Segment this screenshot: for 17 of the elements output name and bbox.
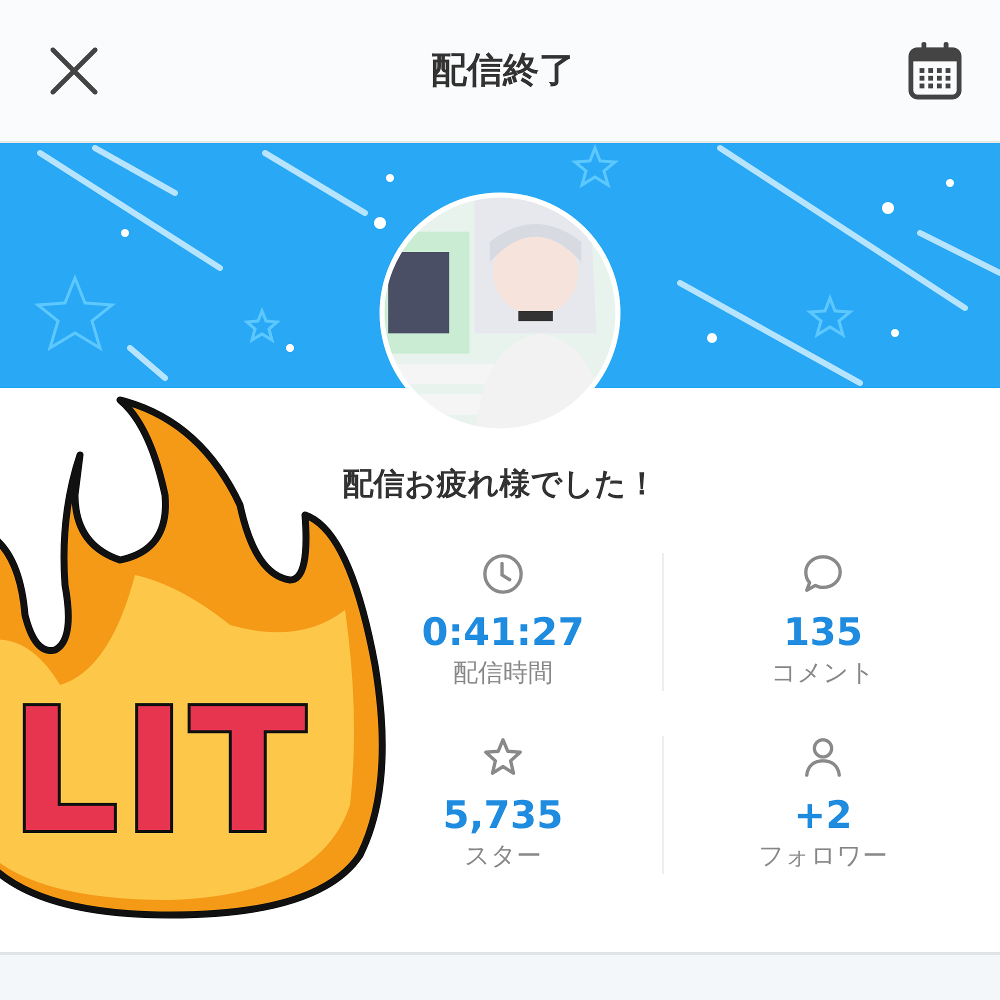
clock-icon — [482, 553, 524, 595]
stat-value: 0:41:27 — [422, 609, 584, 655]
stat-value: 135 — [783, 609, 863, 655]
stat-label: スター — [464, 840, 542, 872]
message-text: 配信お疲れ様でした！ — [342, 465, 658, 504]
speech-bubble-icon — [802, 553, 844, 595]
screen-title: 配信終了 — [431, 49, 575, 93]
stat-label: 配信時間 — [453, 657, 553, 689]
stat-label: コメント — [771, 657, 875, 689]
stat-value: 5,735 — [442, 792, 564, 838]
stat-value: +2 — [794, 792, 852, 838]
sticker-text: LIT — [10, 673, 310, 871]
person-icon — [802, 736, 844, 778]
stat-label: フォロワー — [758, 840, 888, 872]
calendar-icon[interactable] — [908, 42, 962, 100]
close-icon[interactable] — [50, 46, 98, 94]
star-icon — [482, 736, 524, 778]
